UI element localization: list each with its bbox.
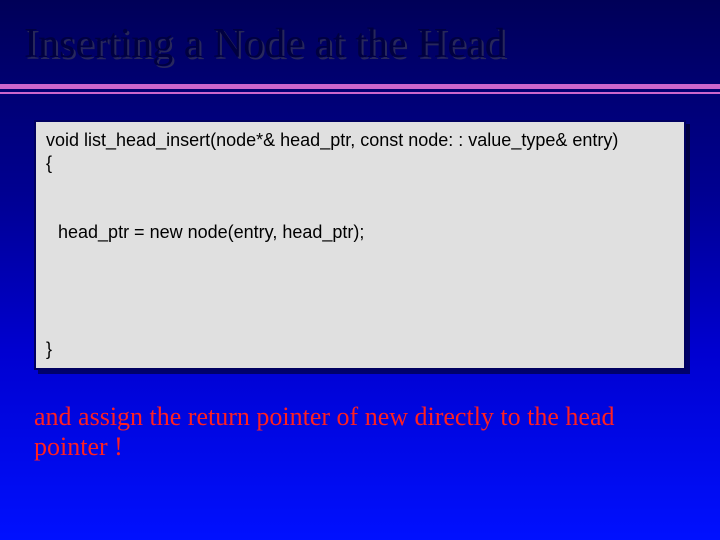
caption-line-2: pointer ! <box>34 432 123 461</box>
code-brace-close: } <box>46 339 52 360</box>
rule-thin <box>0 92 720 94</box>
code-body: head_ptr = new node(entry, head_ptr); <box>58 222 364 243</box>
slide-title: Inserting a Node at the Head <box>0 0 720 66</box>
caption-line-1: and assign the return pointer of new dir… <box>34 402 614 431</box>
title-rule <box>0 84 720 94</box>
rule-thick <box>0 84 720 89</box>
code-signature: void list_head_insert(node*& head_ptr, c… <box>46 130 674 151</box>
code-brace-open: { <box>46 153 674 174</box>
slide: Inserting a Node at the Head void list_h… <box>0 0 720 540</box>
caption: and assign the return pointer of new dir… <box>0 370 720 462</box>
code-box: void list_head_insert(node*& head_ptr, c… <box>34 120 686 370</box>
